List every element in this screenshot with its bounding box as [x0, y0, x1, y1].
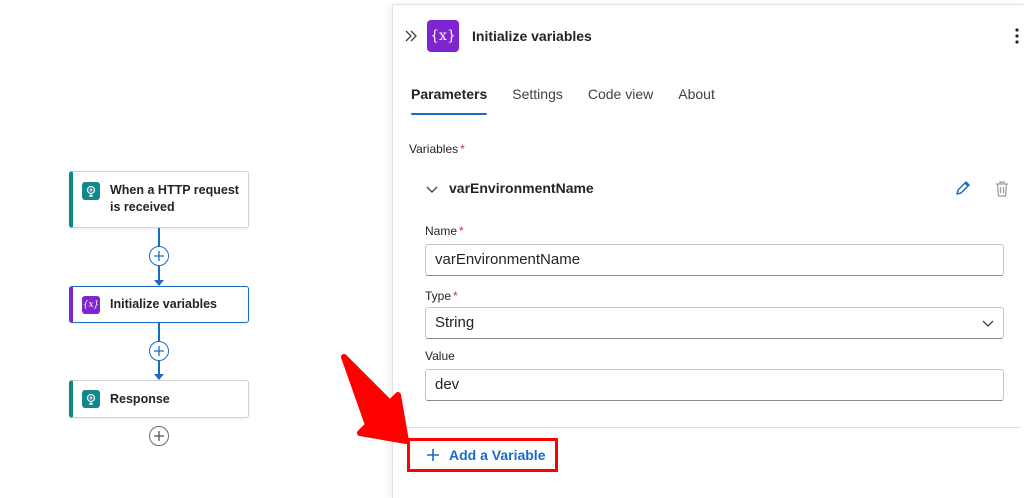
action-details-panel: {x} Initialize variables Parameters Sett…	[392, 5, 1024, 498]
connector-line	[158, 361, 160, 374]
variable-header-row[interactable]: varEnvironmentName	[425, 178, 1015, 202]
insert-step-button[interactable]	[149, 246, 169, 266]
plus-icon	[427, 449, 439, 461]
type-selected-value: String	[435, 314, 475, 331]
variable-icon: {x}	[427, 20, 459, 52]
collapse-panel-icon[interactable]	[404, 29, 418, 43]
http-request-icon	[82, 182, 100, 200]
panel-title: Initialize variables	[472, 28, 592, 44]
variables-section-label: Variables *	[409, 142, 465, 156]
variable-icon: {x}	[82, 295, 100, 314]
init-label: Initialize variables	[110, 297, 217, 311]
delete-icon[interactable]	[993, 179, 1011, 199]
plus-icon	[154, 431, 164, 441]
edit-icon[interactable]	[953, 178, 973, 198]
tab-parameters[interactable]: Parameters	[411, 83, 488, 117]
initialize-variables-card[interactable]: {x} Initialize variables	[69, 286, 249, 323]
add-step-button[interactable]	[149, 426, 169, 446]
type-field-label: Type *	[425, 289, 458, 303]
add-variable-label: Add a Variable	[449, 447, 546, 463]
required-mark: *	[460, 142, 465, 156]
variable-title: varEnvironmentName	[449, 180, 594, 196]
trigger-label: When a HTTP request is received	[110, 183, 239, 214]
required-mark: *	[459, 224, 464, 238]
chevron-down-icon	[982, 320, 994, 327]
more-options-icon[interactable]	[1013, 27, 1021, 45]
section-divider	[401, 427, 1021, 428]
plus-icon	[154, 346, 164, 356]
panel-tabs: Parameters Settings Code view About	[411, 83, 740, 117]
value-input[interactable]: dev	[425, 369, 1004, 401]
type-label-text: Type	[425, 289, 452, 303]
panel-header: {x} Initialize variables	[393, 5, 1024, 65]
connector-line	[158, 266, 160, 280]
response-card[interactable]: Response	[69, 380, 249, 418]
tab-about[interactable]: About	[678, 83, 715, 117]
response-icon	[82, 390, 100, 408]
tab-settings[interactable]: Settings	[512, 83, 563, 117]
annotation-arrow-icon	[341, 354, 409, 444]
chevron-down-icon[interactable]	[425, 182, 439, 196]
trigger-card[interactable]: When a HTTP request is received	[69, 171, 249, 228]
tab-code-view[interactable]: Code view	[588, 83, 653, 117]
connector-line	[158, 228, 160, 248]
plus-icon	[154, 251, 164, 261]
insert-step-button[interactable]	[149, 341, 169, 361]
response-label: Response	[110, 391, 170, 406]
type-select[interactable]: String	[425, 307, 1004, 339]
required-mark: *	[453, 289, 458, 303]
connector-line	[158, 323, 160, 342]
variables-label-text: Variables	[409, 142, 459, 156]
name-input[interactable]: varEnvironmentName	[425, 244, 1004, 276]
name-field-label: Name *	[425, 224, 464, 238]
name-label-text: Name	[425, 224, 458, 238]
